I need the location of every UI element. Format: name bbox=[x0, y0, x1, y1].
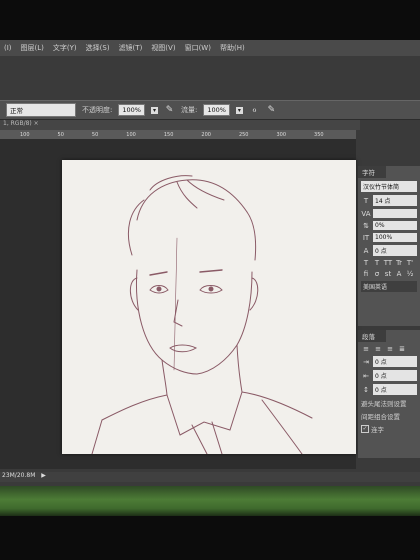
stylistic-button[interactable]: A bbox=[394, 270, 404, 278]
scale-percent-input[interactable]: 0% bbox=[373, 221, 417, 230]
document-size-status: 23M/20.8M bbox=[2, 472, 36, 479]
font-size-input[interactable]: 14 点 bbox=[373, 195, 417, 206]
menu-item-view[interactable]: 视图(V) bbox=[151, 43, 175, 53]
flow-dropdown-icon[interactable]: ▾ bbox=[235, 106, 243, 114]
menu-item-layer[interactable]: 图层(L) bbox=[21, 43, 44, 53]
status-bar: 23M/20.8M ▶ bbox=[0, 472, 420, 482]
tracking-label: VA bbox=[361, 209, 371, 218]
hyphenate-label: 连字 bbox=[371, 426, 384, 434]
language-select[interactable]: 美国英语 bbox=[361, 281, 417, 292]
tab-character[interactable]: 字符 bbox=[358, 166, 386, 178]
discretionary-ligature-button[interactable]: st bbox=[383, 270, 393, 278]
spacing-composer-label[interactable]: 间距组合设置 bbox=[361, 411, 400, 421]
align-center-icon[interactable]: ≡ bbox=[373, 345, 383, 353]
ruler-tick: 350 bbox=[314, 131, 324, 138]
font-family-select[interactable]: 汉仪竹节体简 bbox=[361, 181, 417, 192]
hyphenation-rules-label[interactable]: 避头尾法则设置 bbox=[361, 398, 407, 408]
ligature-button[interactable]: fi bbox=[361, 270, 371, 278]
document-tab[interactable]: 1, RGB/8) × bbox=[0, 120, 360, 130]
menu-item-type[interactable]: 文字(Y) bbox=[53, 43, 77, 53]
blend-mode-select[interactable]: 正常 bbox=[6, 103, 76, 117]
menu-item-image[interactable]: (I) bbox=[4, 44, 12, 52]
ruler-tick: 100 bbox=[20, 131, 30, 138]
desk-background bbox=[0, 486, 420, 516]
drawing-canvas[interactable] bbox=[62, 160, 356, 455]
flow-input[interactable]: 100% bbox=[203, 104, 230, 116]
ruler-tick: 50 bbox=[91, 131, 99, 138]
vertical-scale-input[interactable]: 100% bbox=[373, 233, 417, 242]
first-line-indent-input[interactable]: 0 点 bbox=[373, 370, 417, 381]
menu-item-help[interactable]: 帮助(H) bbox=[220, 43, 245, 53]
opacity-label: 不透明度: bbox=[82, 106, 113, 114]
baseline-shift-icon: A bbox=[363, 246, 369, 255]
font-size-icon: T bbox=[363, 196, 369, 205]
opacity-dropdown-icon[interactable]: ▾ bbox=[150, 106, 158, 114]
menu-item-select[interactable]: 选择(S) bbox=[86, 43, 110, 53]
fraction-button[interactable]: ½ bbox=[405, 270, 415, 278]
align-left-icon[interactable]: ≡ bbox=[361, 345, 371, 353]
tab-paragraph[interactable]: 段落 bbox=[358, 330, 386, 342]
menu-item-window[interactable]: 窗口(W) bbox=[185, 43, 211, 53]
pressure-opacity-icon[interactable]: ✎ bbox=[164, 105, 175, 116]
status-arrow-icon[interactable]: ▶ bbox=[41, 472, 46, 479]
ruler-tick: 150 bbox=[163, 131, 174, 138]
swash-button[interactable]: σ bbox=[372, 270, 382, 278]
superscript-button[interactable]: T' bbox=[405, 259, 415, 267]
first-line-indent-icon: ⇤ bbox=[363, 371, 369, 380]
align-right-icon[interactable]: ≡ bbox=[385, 345, 395, 353]
hyphenate-checkbox[interactable]: ✓ bbox=[361, 425, 369, 433]
portrait-sketch bbox=[91, 175, 313, 455]
justify-icon[interactable]: ≣ bbox=[397, 345, 407, 353]
indent-left-input[interactable]: 0 点 bbox=[373, 356, 417, 367]
pressure-size-icon[interactable]: ✎ bbox=[266, 105, 277, 116]
faux-bold-button[interactable]: T bbox=[361, 259, 371, 267]
vertical-scale-icon: IT bbox=[362, 233, 370, 242]
all-caps-button[interactable]: TT bbox=[383, 259, 393, 267]
flow-label: 流量: bbox=[180, 106, 198, 114]
space-before-input[interactable]: 0 点 bbox=[373, 384, 417, 395]
faux-italic-button[interactable]: T bbox=[372, 259, 382, 267]
indent-left-icon: ⇥ bbox=[363, 357, 369, 366]
small-caps-button[interactable]: Tr bbox=[394, 259, 404, 267]
tsume-icon: ⇅ bbox=[363, 221, 369, 230]
ruler-tick: 50 bbox=[57, 131, 64, 138]
options-bar: 正常 不透明度: 100% ▾ ✎ 流量: 100% ▾ ℴ ✎ bbox=[0, 100, 420, 120]
character-panel: 字符 汉仪竹节体简 T 14 点 VA ⇅ 0% IT 100% A 0 点 T… bbox=[358, 166, 420, 326]
space-before-icon: ↕ bbox=[363, 385, 369, 394]
horizontal-ruler: 100 50 50 100 150 200 250 300 350 bbox=[0, 130, 356, 139]
ruler-tick: 200 bbox=[201, 131, 211, 138]
menu-item-filter[interactable]: 滤镜(T) bbox=[119, 43, 143, 53]
ruler-tick: 300 bbox=[276, 131, 287, 138]
airbrush-icon[interactable]: ℴ bbox=[249, 105, 260, 116]
opacity-input[interactable]: 100% bbox=[118, 104, 145, 116]
ruler-tick: 250 bbox=[238, 131, 249, 138]
tracking-input[interactable] bbox=[373, 209, 417, 218]
paragraph-panel: 段落 ≡ ≡ ≡ ≣ ⇥ 0 点 ⇤ 0 点 ↕ 0 点 避头尾法则设置 间距组… bbox=[358, 330, 420, 458]
ruler-tick: 100 bbox=[126, 131, 136, 138]
menu-bar: (I) 图层(L) 文字(Y) 选择(S) 滤镜(T) 视图(V) 窗口(W) … bbox=[0, 40, 420, 56]
baseline-shift-input[interactable]: 0 点 bbox=[373, 245, 417, 256]
